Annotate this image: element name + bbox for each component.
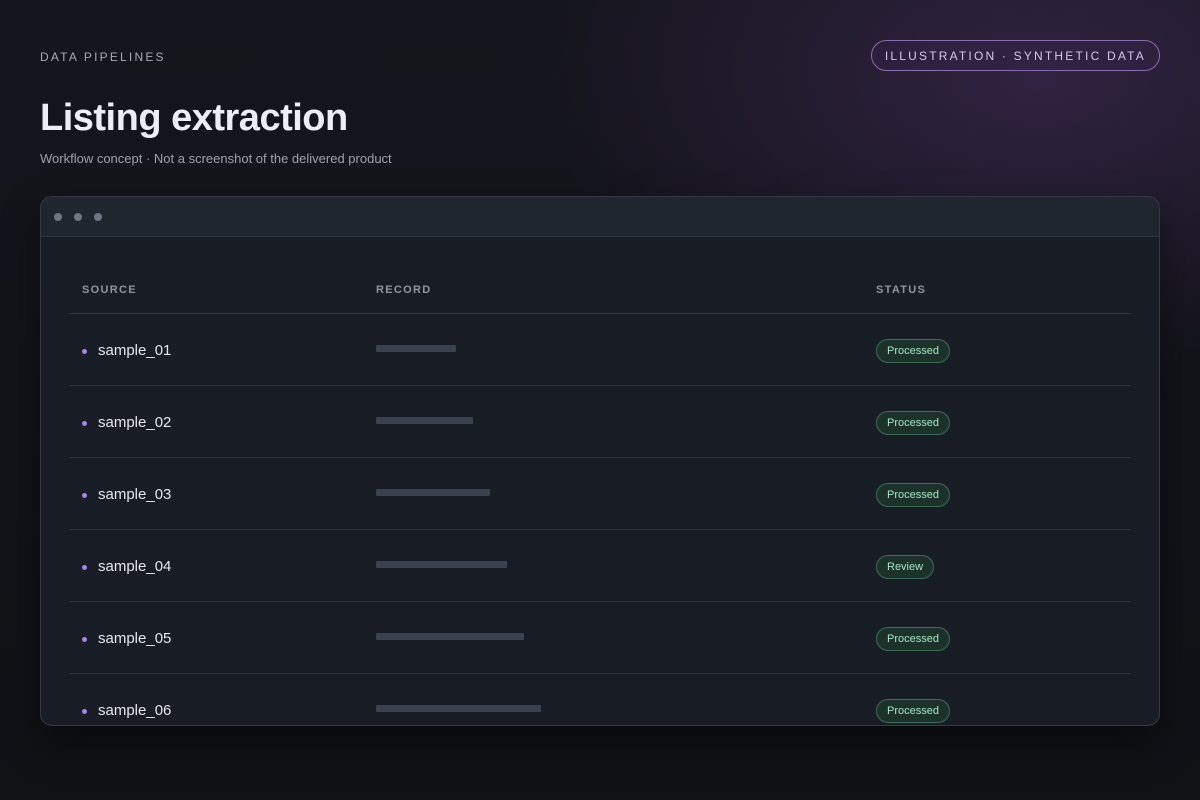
source-name: sample_06 <box>98 702 172 719</box>
records-table: SOURCE RECORD STATUS sample_01 Processed… <box>69 273 1131 725</box>
bullet-icon <box>82 637 87 642</box>
page-title: Listing extraction <box>40 97 348 139</box>
page-subtitle: Workflow concept · Not a screenshot of t… <box>40 151 392 166</box>
bullet-icon <box>82 565 87 570</box>
source-name: sample_04 <box>98 558 172 575</box>
eyebrow-label: DATA PIPELINES <box>40 50 166 64</box>
source-name: sample_05 <box>98 630 172 647</box>
record-placeholder-bar <box>376 345 456 352</box>
source-cell: sample_01 <box>82 342 171 359</box>
bullet-icon <box>82 349 87 354</box>
bullet-icon <box>82 421 87 426</box>
source-name: sample_01 <box>98 342 172 359</box>
status-badge: Processed <box>876 483 950 507</box>
bullet-icon <box>82 493 87 498</box>
source-cell: sample_03 <box>82 486 171 503</box>
source-name: sample_03 <box>98 486 172 503</box>
column-header-status[interactable]: STATUS <box>876 284 926 296</box>
source-cell: sample_02 <box>82 414 171 431</box>
bullet-icon <box>82 709 87 714</box>
table-row[interactable]: sample_06 Processed <box>69 674 1131 725</box>
status-badge: Processed <box>876 411 950 435</box>
record-placeholder-bar <box>376 417 473 424</box>
status-badge: Processed <box>876 699 950 723</box>
window-titlebar <box>41 197 1159 237</box>
column-header-source[interactable]: SOURCE <box>82 284 137 296</box>
table-row[interactable]: sample_02 Processed <box>69 386 1131 458</box>
illustration-badge: ILLUSTRATION · SYNTHETIC DATA <box>870 40 1160 71</box>
record-placeholder-bar <box>376 705 541 712</box>
app-window: SOURCE RECORD STATUS sample_01 Processed… <box>40 196 1160 726</box>
record-placeholder-bar <box>376 489 490 496</box>
status-badge: Processed <box>876 339 950 363</box>
record-placeholder-bar <box>376 633 524 640</box>
source-cell: sample_05 <box>82 630 171 647</box>
column-header-record[interactable]: RECORD <box>376 284 431 296</box>
window-dot-icon <box>94 212 102 221</box>
table-header: SOURCE RECORD STATUS <box>69 273 1131 314</box>
table-row[interactable]: sample_05 Processed <box>69 602 1131 674</box>
window-dot-icon <box>74 212 82 221</box>
source-name: sample_02 <box>98 414 172 431</box>
source-cell: sample_04 <box>82 558 171 575</box>
status-badge: Review <box>876 555 935 579</box>
table-row[interactable]: sample_03 Processed <box>69 458 1131 530</box>
status-badge: Processed <box>876 627 950 651</box>
table-row[interactable]: sample_01 Processed <box>69 314 1131 386</box>
table-row[interactable]: sample_04 Review <box>69 530 1131 602</box>
source-cell: sample_06 <box>82 702 171 719</box>
window-dot-icon <box>54 212 62 221</box>
record-placeholder-bar <box>376 561 507 568</box>
